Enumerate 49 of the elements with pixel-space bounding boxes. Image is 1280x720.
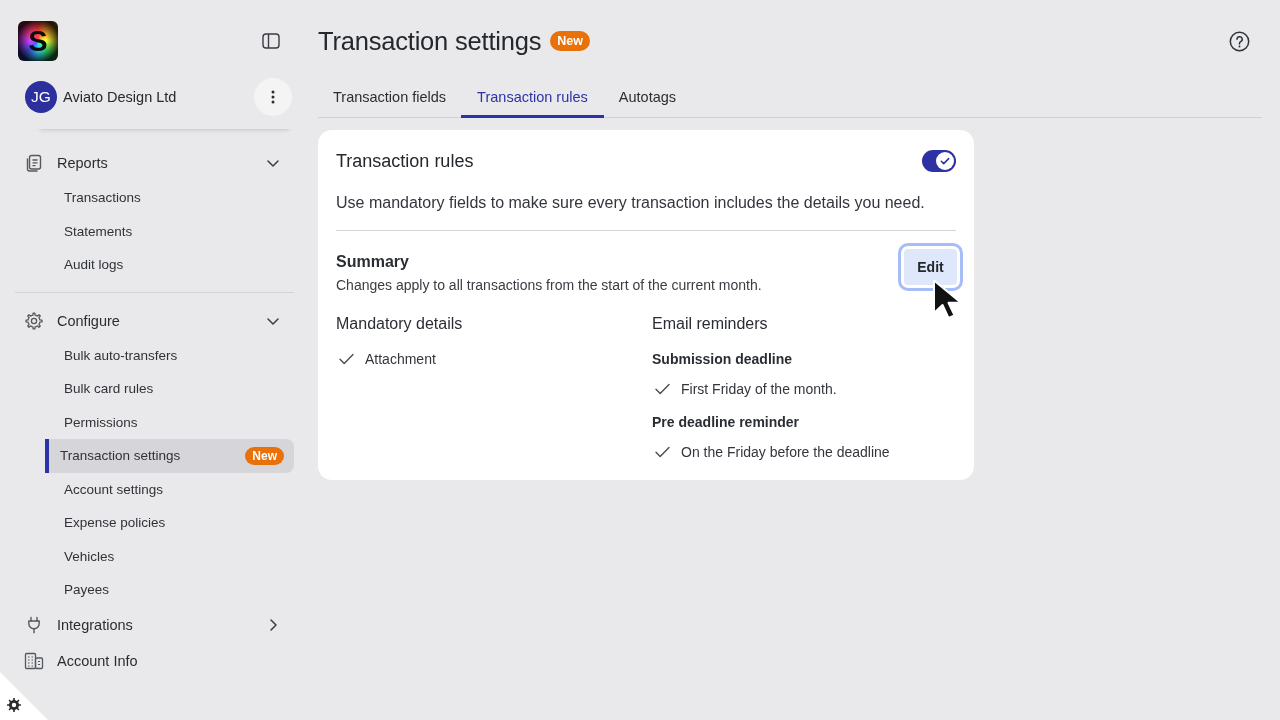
tab[interactable]: Autotags [603, 76, 692, 118]
rule-item: First Friday of the month. [681, 380, 837, 399]
toggle-check-icon [936, 152, 954, 170]
more-icon [271, 90, 275, 104]
rule-item: Attachment [365, 350, 436, 369]
help-icon[interactable] [1229, 30, 1250, 52]
new-badge: New [245, 446, 284, 465]
new-badge: New [550, 31, 590, 51]
app-logo[interactable]: S [18, 21, 58, 61]
nav-item[interactable]: Account Info [15, 642, 294, 679]
account-name: Aviato Design Ltd [63, 89, 178, 105]
avatar: JG [25, 81, 57, 113]
check-icon [339, 353, 354, 365]
nav-item[interactable]: Integrations [15, 606, 294, 643]
plug-icon [25, 615, 43, 634]
nav-item[interactable]: Reports [15, 145, 294, 181]
edit-button[interactable]: Edit [898, 243, 963, 291]
tab[interactable]: Transaction rules [461, 76, 604, 118]
rule-item: On the Friday before the deadline [681, 443, 890, 462]
nav-subitem[interactable]: Bulk card rules [45, 372, 294, 406]
toggle-switch[interactable] [922, 150, 956, 172]
building-icon [24, 651, 44, 670]
nav-subitem[interactable]: Transactions [45, 181, 294, 215]
column-title: Mandatory details [336, 314, 464, 334]
check-icon [655, 446, 670, 458]
gear-icon [25, 311, 43, 330]
nav-subitem[interactable]: Statements [45, 214, 294, 248]
nav-item[interactable]: Configure [15, 302, 294, 339]
column-title: Email reminders [652, 314, 769, 334]
check-icon [655, 383, 670, 395]
nav-subitem[interactable]: Expense policies [45, 506, 294, 540]
sidebar-toggle-icon[interactable] [262, 33, 280, 49]
group-heading: Pre deadline reminder [652, 413, 801, 432]
nav-subitem[interactable]: Account settings [45, 472, 294, 506]
nav-subitem[interactable]: Audit logs [45, 248, 294, 282]
card-description: Use mandatory fields to make sure every transaction includes the details you need. [336, 193, 926, 213]
nav-subitem[interactable]: Payees [45, 573, 294, 607]
tab[interactable]: Transaction fields [318, 76, 462, 118]
group-heading: Submission deadline [652, 350, 794, 369]
section-title: Summary [336, 252, 410, 272]
card-title: Transaction rules [336, 150, 474, 172]
nav-subitem[interactable]: Vehicles [45, 539, 294, 573]
settings-icon[interactable] [0, 672, 48, 720]
reports-icon [25, 154, 43, 172]
section-description: Changes apply to all transactions from the start of the current month. [336, 276, 762, 295]
nav-subitem[interactable]: Transaction settings New [45, 439, 294, 473]
nav-subitem[interactable]: Permissions [45, 405, 294, 439]
nav-subitem[interactable]: Bulk auto-transfers [45, 338, 294, 372]
page-title: Transaction settings [318, 26, 542, 57]
